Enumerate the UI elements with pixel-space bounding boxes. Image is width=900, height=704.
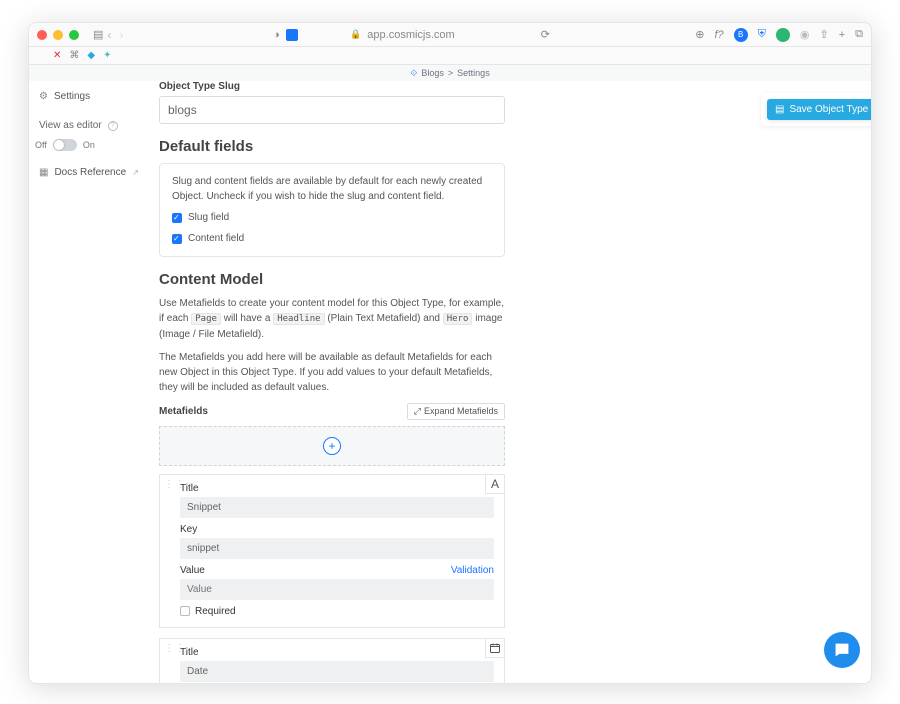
nav-back-icon[interactable]: ‹ [107, 28, 111, 42]
default-fields-box: Slug and content fields are available by… [159, 163, 505, 257]
share-icon[interactable]: ⇧ [819, 28, 828, 41]
gear-icon: ⚙ [39, 91, 48, 102]
docs-icon: ▦ [39, 167, 48, 178]
reload-icon[interactable]: ⟳ [541, 28, 550, 41]
nav-forward-icon[interactable]: › [119, 28, 123, 42]
fav-icon[interactable]: ◆ [87, 50, 95, 61]
content-model-desc1: Use Metafields to create your content mo… [159, 296, 505, 342]
new-tab-icon[interactable]: + [839, 29, 845, 41]
slug-input[interactable] [159, 96, 505, 124]
tabs-icon[interactable]: ⧉ [855, 28, 863, 41]
default-fields-desc: Slug and content fields are available by… [172, 174, 492, 204]
expand-icon: ⤢ [414, 406, 421, 417]
validation-link[interactable]: Validation [451, 565, 494, 576]
extension-icon[interactable] [286, 29, 298, 41]
mf-key-label: Key [180, 524, 197, 535]
breadcrumb-icon: ⟐ [410, 68, 417, 79]
drag-handle-icon[interactable]: ⋮⋮ [164, 483, 172, 487]
sidebar-item-settings[interactable]: ⚙ Settings [35, 89, 153, 104]
lock-icon: 🔒 [350, 29, 361, 40]
default-fields-heading: Default fields [159, 138, 505, 155]
url-text: app.cosmicjs.com [367, 29, 454, 41]
view-as-label: View as editor [39, 120, 102, 131]
required-checkbox[interactable] [180, 606, 190, 616]
slug-field-label: Slug field [188, 210, 229, 225]
slug-field-checkbox[interactable] [172, 213, 182, 223]
metafield-card: ⋮⋮ A Title Key Value Validation [159, 474, 505, 628]
content-field-checkbox[interactable] [172, 234, 182, 244]
required-label: Required [195, 606, 236, 617]
drag-handle-icon[interactable]: ⋮⋮ [164, 647, 172, 651]
fav-icon[interactable]: ✦ [103, 50, 111, 61]
breadcrumb-item[interactable]: Settings [457, 68, 490, 78]
ext-b-icon[interactable]: B [734, 28, 748, 42]
content-model-desc2: The Metafields you add here will be avai… [159, 350, 505, 395]
mf-value-label: Value [180, 565, 205, 576]
sidebar-toggle-icon[interactable]: ▤ [93, 28, 103, 41]
fav-icon[interactable]: ✕ [53, 50, 61, 61]
content-field-label: Content field [188, 231, 244, 246]
breadcrumb-item[interactable]: Blogs [421, 68, 444, 78]
address-bar[interactable]: 🔒 app.cosmicjs.com ⟳ [350, 28, 550, 41]
view-as-toggle[interactable] [53, 139, 77, 151]
slug-label: Object Type Slug [159, 81, 505, 92]
breadcrumb: ⟐ Blogs > Settings [29, 65, 871, 81]
save-button[interactable]: ▤ Save Object Type [767, 99, 872, 120]
metafield-card: ⋮⋮ Title Key [159, 638, 505, 684]
ext-f-icon[interactable]: f? [714, 29, 723, 41]
chat-widget-button[interactable] [824, 632, 860, 668]
mf-title-input[interactable] [180, 661, 494, 682]
mf-key-input[interactable] [180, 538, 494, 559]
sidebar-item-docs[interactable]: ▦ Docs Reference ↗ [35, 165, 153, 180]
toggle-on-label: On [83, 140, 95, 150]
date-type-icon [485, 638, 505, 658]
external-link-icon: ↗ [132, 168, 139, 177]
add-metafield-button[interactable]: + [323, 437, 341, 455]
metafields-label: Metafields [159, 406, 208, 417]
shield-icon[interactable]: ◑ [273, 29, 280, 41]
ext-shield-icon[interactable]: ⛨ [758, 28, 766, 41]
metafield-drop-zone[interactable]: + [159, 426, 505, 466]
toggle-off-label: Off [35, 140, 47, 150]
expand-metafields-button[interactable]: ⤢ Expand Metafields [407, 403, 505, 420]
mf-value-input[interactable] [180, 579, 494, 600]
save-icon: ▤ [775, 104, 784, 115]
mf-title-input[interactable] [180, 497, 494, 518]
content-model-heading: Content Model [159, 271, 505, 288]
ext-gray-icon[interactable]: ◉ [800, 28, 810, 41]
help-icon[interactable]: ? [108, 121, 118, 131]
fav-icon[interactable]: ⌘ [69, 50, 79, 61]
favorites-bar: ✕ ⌘ ◆ ✦ [29, 47, 871, 65]
download-icon[interactable]: ⊕ [695, 28, 704, 41]
text-type-icon: A [485, 474, 505, 494]
window-controls[interactable] [37, 30, 79, 40]
ext-green-icon[interactable] [776, 28, 790, 42]
